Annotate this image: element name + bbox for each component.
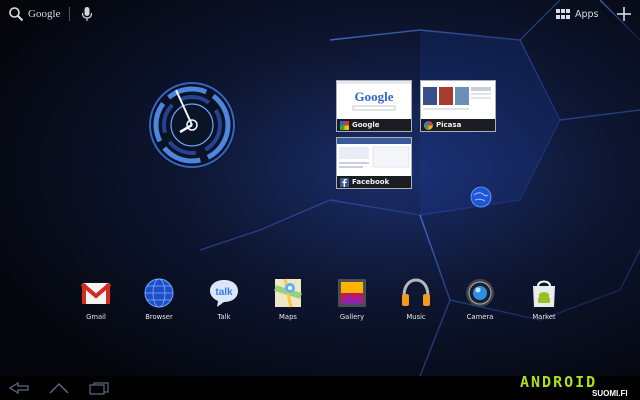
google-thumbnail: Google bbox=[337, 81, 411, 119]
dock-label: Gmail bbox=[86, 313, 106, 321]
back-icon[interactable] bbox=[8, 381, 30, 395]
recent-apps-icon[interactable] bbox=[88, 381, 110, 395]
globe-icon bbox=[470, 186, 492, 208]
picasa-thumbnail bbox=[421, 81, 495, 119]
dock-item-gmail[interactable]: Gmail bbox=[74, 276, 118, 321]
dock-item-maps[interactable]: Maps bbox=[266, 276, 310, 321]
apps-grid-icon bbox=[556, 9, 570, 19]
market-icon bbox=[533, 280, 555, 307]
bookmark-picasa[interactable]: Picasa bbox=[420, 80, 496, 132]
bookmark-caption: Google bbox=[337, 119, 411, 131]
apps-label: Apps bbox=[575, 8, 599, 20]
dock-label: Market bbox=[532, 313, 556, 321]
search-icon bbox=[9, 7, 24, 22]
analog-clock-widget[interactable] bbox=[142, 80, 242, 170]
browser-icon bbox=[144, 278, 174, 308]
dock-item-browser[interactable]: Browser bbox=[137, 276, 181, 321]
dock-label: Maps bbox=[279, 313, 297, 321]
dock-item-camera[interactable]: Camera bbox=[458, 276, 502, 321]
camera-icon bbox=[466, 279, 494, 307]
add-widget-icon[interactable] bbox=[615, 5, 633, 23]
dock-item-market[interactable]: Market bbox=[522, 276, 566, 321]
facebook-thumbnail bbox=[337, 138, 411, 176]
dock-label: Browser bbox=[145, 313, 173, 321]
bookmark-label: Facebook bbox=[352, 178, 390, 186]
home-icon[interactable] bbox=[48, 381, 70, 395]
top-bar: Google Apps bbox=[0, 0, 640, 28]
gallery-icon bbox=[338, 279, 366, 307]
watermark-sub: SUOMI.FI bbox=[592, 389, 628, 398]
search-label: Google bbox=[28, 8, 61, 20]
dock-item-talk[interactable]: talk Talk bbox=[202, 276, 246, 321]
talk-icon: talk bbox=[210, 280, 238, 307]
google-thumb-logo: Google bbox=[355, 89, 394, 104]
gmail-icon bbox=[80, 282, 112, 304]
google-search-button[interactable]: Google bbox=[8, 5, 60, 23]
dock-item-music[interactable]: Music bbox=[394, 276, 438, 321]
google-favicon-icon bbox=[340, 120, 349, 130]
microphone-icon[interactable] bbox=[80, 6, 94, 22]
bookmark-label: Google bbox=[352, 121, 380, 129]
dock-label: Camera bbox=[466, 313, 494, 321]
bookmark-google[interactable]: Google Google bbox=[336, 80, 412, 132]
facebook-favicon-icon bbox=[340, 177, 349, 187]
music-icon bbox=[402, 278, 430, 306]
dock-label: Music bbox=[406, 313, 426, 321]
bookmark-label: Picasa bbox=[436, 121, 462, 129]
maps-icon bbox=[274, 278, 302, 308]
search-divider bbox=[69, 7, 70, 21]
bookmark-facebook[interactable]: Facebook bbox=[336, 137, 412, 189]
talk-icon-text: talk bbox=[215, 287, 233, 298]
watermark-logo: ANDROID bbox=[520, 373, 598, 391]
bookmark-caption: Picasa bbox=[421, 119, 495, 131]
dock-label: Gallery bbox=[339, 313, 365, 321]
picasa-favicon-icon bbox=[424, 120, 433, 130]
dock-item-gallery[interactable]: Gallery bbox=[330, 276, 374, 321]
bookmark-caption: Facebook bbox=[337, 176, 411, 188]
dock-label: Talk bbox=[217, 313, 231, 321]
apps-button[interactable]: Apps bbox=[556, 7, 599, 21]
